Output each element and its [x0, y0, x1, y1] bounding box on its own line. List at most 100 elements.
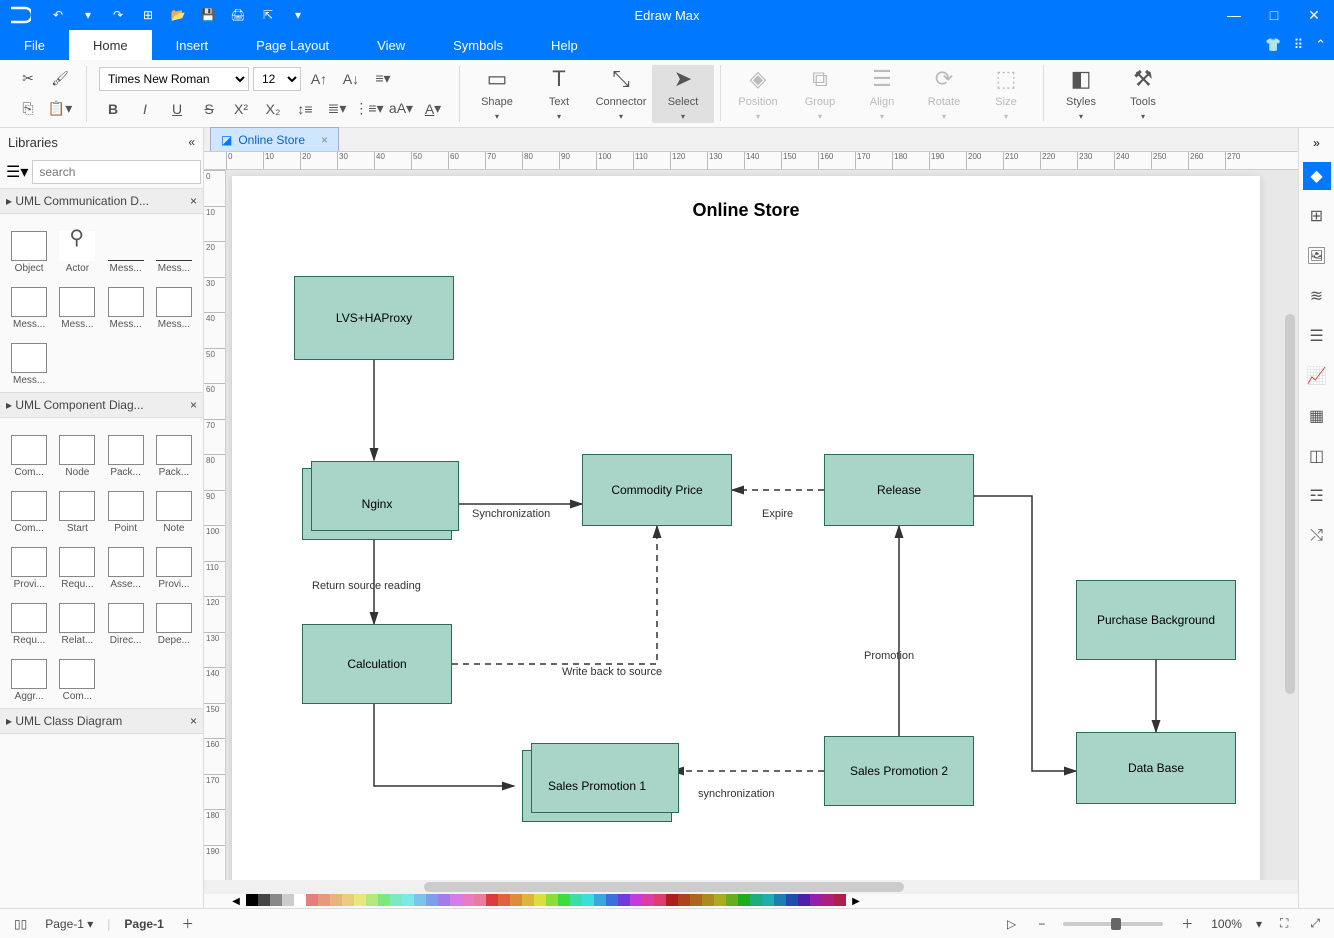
diagram-node-nginx[interactable]: Nginx [302, 468, 452, 540]
theme-icon[interactable]: ◆ [1303, 162, 1331, 190]
numbering-button[interactable]: ⋮≡▾ [355, 97, 383, 121]
library-menu-icon[interactable]: ☰▾ [6, 162, 28, 182]
cut-button[interactable]: ✂ [14, 67, 42, 91]
new-button[interactable]: ⊞ [134, 3, 162, 27]
color-swatch[interactable] [606, 894, 618, 906]
subscript-button[interactable]: X₂ [259, 97, 287, 121]
library-shape[interactable]: Object [6, 220, 52, 274]
color-swatch[interactable] [798, 894, 810, 906]
minimize-button[interactable]: — [1214, 0, 1254, 30]
tools-tool[interactable]: ⚒Tools▾ [1112, 65, 1174, 123]
color-swatch[interactable] [546, 894, 558, 906]
library-shape[interactable]: Pack... [151, 424, 197, 478]
canvas[interactable]: Online Store [226, 170, 1298, 880]
color-swatch[interactable] [282, 894, 294, 906]
fit-screen-icon[interactable]: ⛶ [1276, 916, 1292, 931]
shuffle-icon[interactable]: ⤭ [1303, 522, 1331, 550]
library-shape[interactable]: Requ... [6, 592, 52, 646]
bullets-button[interactable]: ≣▾ [323, 97, 351, 121]
color-swatch[interactable] [726, 894, 738, 906]
color-swatch[interactable] [462, 894, 474, 906]
layout-icon[interactable]: ◫ [1303, 442, 1331, 470]
select-tool[interactable]: ➤Select▾ [652, 65, 714, 123]
maximize-button[interactable]: □ [1254, 0, 1294, 30]
color-swatch[interactable] [750, 894, 762, 906]
color-swatch[interactable] [474, 894, 486, 906]
diagram-node-release[interactable]: Release [824, 454, 974, 526]
expand-rail-icon[interactable]: » [1313, 136, 1320, 150]
color-swatch[interactable] [258, 894, 270, 906]
properties-icon[interactable]: ☰ [1303, 322, 1331, 350]
color-swatch[interactable] [834, 894, 846, 906]
font-family-select[interactable]: Times New Roman [99, 67, 249, 91]
vertical-scrollbar[interactable] [1284, 194, 1296, 850]
undo-button[interactable]: ↶ [44, 3, 72, 27]
close-button[interactable]: ✕ [1294, 0, 1334, 30]
color-swatch[interactable] [402, 894, 414, 906]
library-category-header[interactable]: ▸ UML Communication D...× [0, 188, 203, 214]
color-swatch[interactable] [702, 894, 714, 906]
styles-tool[interactable]: ◧Styles▾ [1050, 65, 1112, 123]
color-swatch[interactable] [522, 894, 534, 906]
library-shape[interactable]: Aggr... [6, 648, 52, 702]
color-swatch[interactable] [810, 894, 822, 906]
color-swatch[interactable] [426, 894, 438, 906]
library-shape[interactable]: Start [54, 480, 100, 534]
menu-page-layout[interactable]: Page Layout [232, 30, 353, 60]
color-swatch[interactable] [642, 894, 654, 906]
color-swatch[interactable] [270, 894, 282, 906]
color-swatch[interactable] [594, 894, 606, 906]
underline-button[interactable]: U [163, 97, 191, 121]
copy-button[interactable]: ⎘ [14, 97, 42, 121]
text-tool[interactable]: TText▾ [528, 65, 590, 123]
superscript-button[interactable]: X² [227, 97, 255, 121]
color-swatch[interactable] [450, 894, 462, 906]
collapse-libraries-icon[interactable]: « [188, 135, 195, 149]
color-swatch[interactable] [378, 894, 390, 906]
shape-tool[interactable]: ▭Shape▾ [466, 65, 528, 123]
document-tab[interactable]: ◪ Online Store × [210, 127, 339, 151]
diagram-node-promo1[interactable]: Sales Promotion 1 [522, 750, 672, 822]
library-shape[interactable]: Asse... [103, 536, 149, 590]
page[interactable]: Online Store [232, 176, 1260, 880]
paste-button[interactable]: 📋▾ [46, 97, 74, 121]
color-swatch[interactable] [774, 894, 786, 906]
color-swatch[interactable] [822, 894, 834, 906]
italic-button[interactable]: I [131, 97, 159, 121]
color-swatch[interactable] [306, 894, 318, 906]
bold-button[interactable]: B [99, 97, 127, 121]
library-shape[interactable]: Direc... [103, 592, 149, 646]
color-swatch[interactable] [510, 894, 522, 906]
qr-icon[interactable]: ⊞ [1303, 202, 1331, 230]
library-shape[interactable]: Mess... [54, 276, 100, 330]
color-swatch[interactable] [654, 894, 666, 906]
library-shape[interactable]: Com... [6, 480, 52, 534]
tshirt-icon[interactable]: 👕 [1265, 37, 1281, 53]
library-shape[interactable]: Relat... [54, 592, 100, 646]
table-icon[interactable]: ▦ [1303, 402, 1331, 430]
library-shape[interactable]: Com... [54, 648, 100, 702]
library-shape[interactable]: Note [151, 480, 197, 534]
color-swatch[interactable] [786, 894, 798, 906]
strikethrough-button[interactable]: S [195, 97, 223, 121]
zoom-out-button[interactable]: − [1034, 917, 1049, 931]
menu-symbols[interactable]: Symbols [429, 30, 527, 60]
menu-insert[interactable]: Insert [152, 30, 233, 60]
palette-next[interactable]: ▶ [846, 894, 866, 908]
library-shape[interactable]: Mess... [103, 276, 149, 330]
library-shape[interactable]: Mess... [103, 220, 149, 274]
save-button[interactable]: 💾 [194, 3, 222, 27]
menu-home[interactable]: Home [69, 30, 152, 60]
color-swatch[interactable] [294, 894, 306, 906]
close-tab-icon[interactable]: × [321, 133, 328, 147]
library-shape[interactable]: Pack... [103, 424, 149, 478]
library-category-header[interactable]: ▸ UML Class Diagram× [0, 708, 203, 734]
diagram-node-calc[interactable]: Calculation [302, 624, 452, 704]
color-swatch[interactable] [558, 894, 570, 906]
library-shape[interactable]: Mess... [151, 220, 197, 274]
library-shape[interactable]: Mess... [6, 332, 52, 386]
color-swatch[interactable] [414, 894, 426, 906]
library-shape[interactable]: Provi... [6, 536, 52, 590]
color-swatch[interactable] [738, 894, 750, 906]
library-category-header[interactable]: ▸ UML Component Diag...× [0, 392, 203, 418]
